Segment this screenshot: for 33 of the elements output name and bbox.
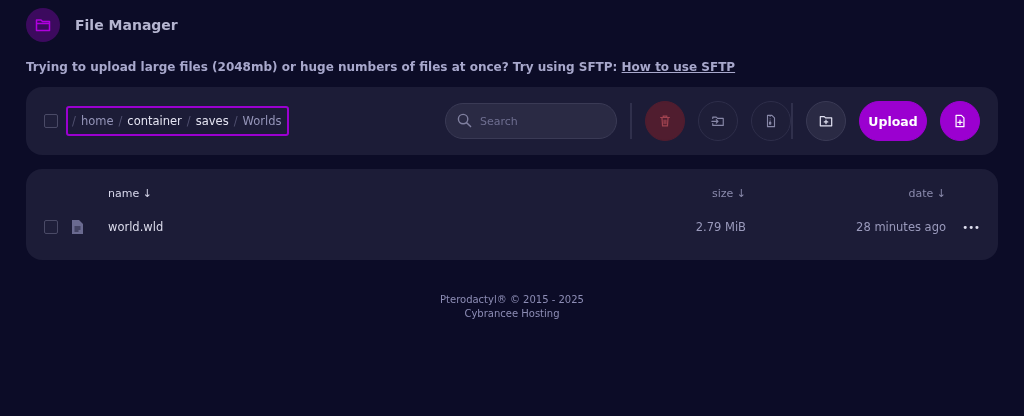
column-header[interactable]: name ↓: [108, 186, 668, 200]
path-separator: /: [118, 114, 123, 128]
breadcrumb-link[interactable]: Worlds: [242, 114, 282, 128]
trash-icon: [658, 114, 672, 128]
folder-plus-icon: [819, 114, 833, 128]
page-title: File Manager: [75, 17, 178, 33]
sftp-help-link[interactable]: How to use SFTP: [621, 60, 736, 74]
select-all-checkbox[interactable]: [44, 114, 58, 128]
path-separator: /: [72, 114, 76, 128]
breadcrumb-link[interactable]: saves: [195, 114, 229, 128]
column-header[interactable]: date ↓: [746, 186, 946, 200]
file-zip-icon: [764, 114, 778, 128]
file-icon: [72, 220, 83, 234]
upload-button[interactable]: Upload: [859, 101, 927, 141]
breadcrumb-link[interactable]: container: [127, 114, 182, 128]
search-field[interactable]: Search: [445, 103, 617, 139]
path-separator: /: [233, 114, 238, 128]
more-button[interactable]: •••: [962, 221, 980, 233]
footer-text: Pterodactyl® © 2015 - 2025: [440, 293, 584, 307]
row-checkbox[interactable]: [44, 220, 58, 234]
file-name[interactable]: world.wld: [108, 220, 668, 234]
file-date: 28 minutes ago: [855, 220, 946, 234]
folder-arrow-icon: [711, 114, 725, 128]
path-separator: /: [186, 114, 191, 128]
breadcrumb-link[interactable]: home: [80, 114, 114, 128]
sftp-notice: Trying to upload large files (2048mb) or huge numbers of files at once? Try using SFTP: How to use SFTP: [26, 60, 737, 74]
file-size: 2.79 MiB: [694, 220, 746, 234]
column-header[interactable]: size ↓: [668, 186, 746, 200]
new-folder-button[interactable]: [806, 101, 846, 141]
new-file-button[interactable]: [940, 101, 980, 141]
file-plus-icon: [953, 114, 967, 128]
footer-text: Cybrancee Hosting: [464, 307, 560, 321]
folder-icon: [26, 8, 60, 42]
